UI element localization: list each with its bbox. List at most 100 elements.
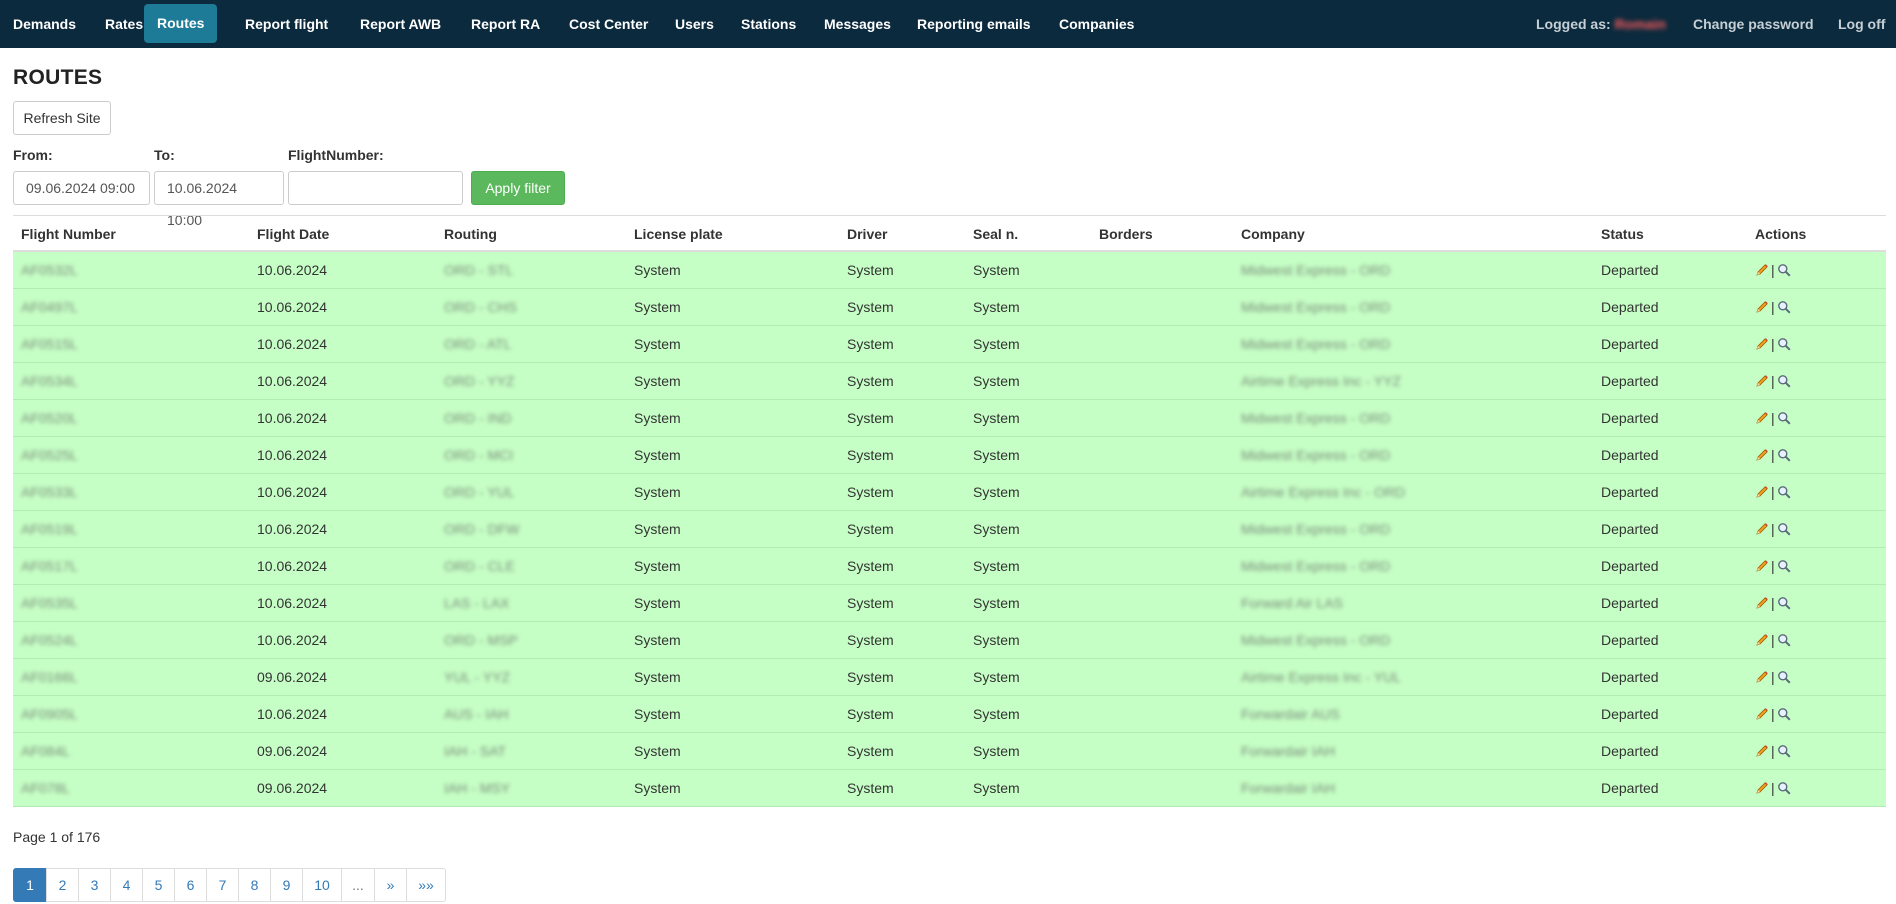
column-header-routing[interactable]: Routing [444, 216, 497, 252]
page-link-6[interactable]: 6 [174, 868, 207, 902]
cell-seal: System [973, 336, 1020, 352]
column-header-status[interactable]: Status [1601, 216, 1644, 252]
search-icon[interactable] [1777, 670, 1791, 684]
apply-filter-button[interactable]: Apply filter [471, 171, 565, 205]
to-date-input[interactable]: 10.06.2024 10:00 [154, 171, 284, 228]
column-header-company[interactable]: Company [1241, 216, 1305, 252]
search-icon[interactable] [1777, 633, 1791, 647]
pencil-icon[interactable] [1755, 448, 1769, 462]
nav-item-report-ra[interactable]: Report RA [471, 0, 540, 48]
cell-driver: System [847, 336, 894, 352]
pencil-icon[interactable] [1755, 263, 1769, 277]
cell-company: Forwardair IAH [1241, 780, 1336, 796]
pencil-icon[interactable] [1755, 411, 1769, 425]
next-page-link[interactable]: » [374, 868, 407, 902]
flight-number-input[interactable] [288, 171, 463, 205]
search-icon[interactable] [1777, 300, 1791, 314]
pencil-icon[interactable] [1755, 485, 1769, 499]
column-header-license-plate[interactable]: License plate [634, 216, 723, 252]
table-row: AF0520L 10.06.2024 ORD - IND System System Sy… [13, 400, 1886, 437]
column-header-borders[interactable]: Borders [1099, 216, 1153, 252]
search-icon[interactable] [1777, 559, 1791, 573]
table-row: AF0532L 10.06.2024 ORD - STL System System Sy… [13, 252, 1886, 289]
table-row: AF0905L 10.06.2024 AUS - IAH System System Sy… [13, 696, 1886, 733]
page-link-3[interactable]: 3 [78, 868, 111, 902]
page-link-2[interactable]: 2 [46, 868, 79, 902]
pencil-icon[interactable] [1755, 522, 1769, 536]
nav-item-stations[interactable]: Stations [741, 0, 796, 48]
nav-item-messages[interactable]: Messages [824, 0, 891, 48]
column-header-flight-date[interactable]: Flight Date [257, 216, 329, 252]
nav-item-companies[interactable]: Companies [1059, 0, 1134, 48]
cell-seal: System [973, 743, 1020, 759]
page-link-4[interactable]: 4 [110, 868, 143, 902]
nav-item-report-flight[interactable]: Report flight [245, 0, 328, 48]
page-link-5[interactable]: 5 [142, 868, 175, 902]
row-actions: | [1755, 474, 1791, 510]
page-link-8[interactable]: 8 [238, 868, 271, 902]
nav-item-cost-center[interactable]: Cost Center [569, 0, 648, 48]
table-row: AF0535L 10.06.2024 LAS - LAX System System Sy… [13, 585, 1886, 622]
search-icon[interactable] [1777, 263, 1791, 277]
search-icon[interactable] [1777, 485, 1791, 499]
pencil-icon[interactable] [1755, 781, 1769, 795]
pencil-icon[interactable] [1755, 596, 1769, 610]
row-actions: | [1755, 400, 1791, 436]
search-icon[interactable] [1777, 448, 1791, 462]
pencil-icon[interactable] [1755, 633, 1769, 647]
table-row: AF0166L 09.06.2024 YUL - YYZ System System Sy… [13, 659, 1886, 696]
search-icon[interactable] [1777, 781, 1791, 795]
cell-flight: AF0532L [21, 262, 78, 278]
page-link-10[interactable]: 10 [302, 868, 342, 902]
cell-plate: System [634, 632, 681, 648]
from-date-input[interactable]: 09.06.2024 09:00 [13, 171, 150, 205]
pencil-icon[interactable] [1755, 707, 1769, 721]
column-header-actions[interactable]: Actions [1755, 216, 1806, 252]
cell-plate: System [634, 336, 681, 352]
search-icon[interactable] [1777, 411, 1791, 425]
search-icon[interactable] [1777, 596, 1791, 610]
nav-item-routes[interactable]: Routes [144, 4, 218, 43]
pencil-icon[interactable] [1755, 559, 1769, 573]
pencil-icon[interactable] [1755, 337, 1769, 351]
cell-seal: System [973, 521, 1020, 537]
log-off-link[interactable]: Log off [1838, 0, 1885, 48]
nav-item-report-awb[interactable]: Report AWB [360, 0, 441, 48]
page-link-7[interactable]: 7 [206, 868, 239, 902]
cell-date: 10.06.2024 [257, 373, 328, 389]
cell-date: 10.06.2024 [257, 447, 328, 463]
row-actions: | [1755, 437, 1791, 473]
refresh-site-button[interactable]: Refresh Site [13, 101, 111, 135]
change-password-link[interactable]: Change password [1693, 0, 1814, 48]
row-actions: | [1755, 696, 1791, 732]
nav-item-demands[interactable]: Demands [13, 0, 76, 48]
page-link-1[interactable]: 1 [13, 868, 47, 902]
column-header-seal-n[interactable]: Seal n. [973, 216, 1018, 252]
cell-status: Departed [1601, 706, 1659, 722]
cell-seal: System [973, 262, 1020, 278]
cell-status: Departed [1601, 669, 1659, 685]
cell-date: 10.06.2024 [257, 706, 328, 722]
nav-item-users[interactable]: Users [675, 0, 714, 48]
column-header-driver[interactable]: Driver [847, 216, 887, 252]
last-page-link[interactable]: »» [406, 868, 446, 902]
pencil-icon[interactable] [1755, 670, 1769, 684]
cell-date: 10.06.2024 [257, 595, 328, 611]
search-icon[interactable] [1777, 707, 1791, 721]
page-link-9[interactable]: 9 [270, 868, 303, 902]
pencil-icon[interactable] [1755, 300, 1769, 314]
search-icon[interactable] [1777, 374, 1791, 388]
cell-flight: AF0515L [21, 336, 78, 352]
search-icon[interactable] [1777, 337, 1791, 351]
cell-company: Midwest Express - ORD [1241, 262, 1391, 278]
column-header-flight-number[interactable]: Flight Number [21, 216, 116, 252]
nav-item-reporting-emails[interactable]: Reporting emails [917, 0, 1031, 48]
row-actions: | [1755, 511, 1791, 547]
search-icon[interactable] [1777, 522, 1791, 536]
pencil-icon[interactable] [1755, 374, 1769, 388]
pencil-icon[interactable] [1755, 744, 1769, 758]
search-icon[interactable] [1777, 744, 1791, 758]
nav-item-rates[interactable]: Rates [105, 0, 143, 48]
cell-date: 10.06.2024 [257, 262, 328, 278]
action-separator: | [1771, 447, 1775, 463]
